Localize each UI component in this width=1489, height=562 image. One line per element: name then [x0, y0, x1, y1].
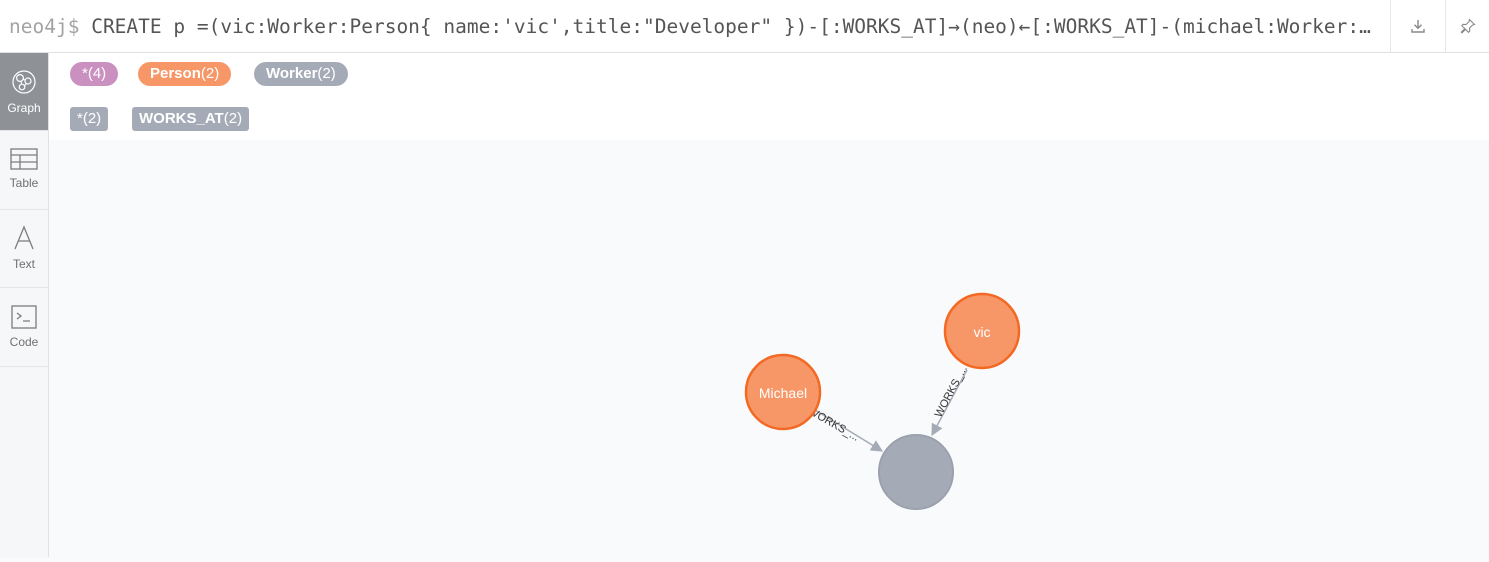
relationship-michael-neo[interactable]: WORKS_...: [806, 405, 884, 452]
node-michael[interactable]: Michael: [744, 353, 822, 431]
pin-button[interactable]: [1445, 0, 1489, 52]
download-icon: [1410, 18, 1426, 34]
label-pill-count: (2): [200, 65, 220, 82]
text-icon: [11, 225, 37, 254]
reltype-pill-all[interactable]: *(2): [70, 107, 109, 131]
sidebar-item-graph[interactable]: Graph: [0, 53, 48, 131]
label-pill-person[interactable]: Person(2): [138, 62, 232, 86]
reltype-pill-count: (2): [82, 110, 102, 127]
sidebar-label-table: Table: [9, 176, 39, 190]
label-pill-all[interactable]: *(4): [70, 62, 119, 86]
sidebar-item-table[interactable]: Table: [0, 131, 48, 210]
graph-svg[interactable]: WORKS_... WORKS_... Michael vic: [49, 140, 1489, 557]
relationship-caption: WORKS_...: [933, 364, 970, 420]
label-pill-count: (4): [87, 65, 107, 82]
query-bar: neo4j$ CREATE p =(vic:Worker:Person{ nam…: [0, 0, 1489, 53]
pin-icon: [1460, 18, 1476, 34]
node-caption: Michael: [759, 385, 807, 401]
label-pill-name: Person: [150, 65, 201, 82]
relationship-vic-neo[interactable]: WORKS_...: [931, 364, 970, 437]
label-pill-count: (2): [317, 65, 336, 82]
download-button[interactable]: [1390, 0, 1445, 52]
sidebar-label-code: Code: [9, 335, 39, 349]
label-pill-worker[interactable]: Worker(2): [254, 62, 348, 86]
query-text: CREATE p =(vic:Worker:Person{ name:'vic'…: [91, 15, 1379, 38]
sidebar-label-text: Text: [12, 257, 35, 271]
reltype-pill-count: (2): [223, 110, 243, 127]
sidebar-label-graph: Graph: [7, 101, 41, 115]
sidebar-item-text[interactable]: Text: [0, 210, 48, 288]
query-editor[interactable]: neo4j$ CREATE p =(vic:Worker:Person{ nam…: [9, 13, 1379, 41]
node-neo[interactable]: [878, 434, 954, 510]
code-icon: [11, 305, 37, 332]
table-icon: [10, 148, 38, 173]
node-vic[interactable]: vic: [943, 292, 1021, 370]
query-prompt: neo4j$: [9, 15, 80, 38]
node-circle: [878, 434, 954, 510]
relationship-types-legend: *(2) WORKS_AT(2): [49, 96, 1489, 141]
sidebar-item-code[interactable]: Code: [0, 288, 48, 367]
graph-icon: [11, 69, 37, 98]
reltype-pill-works-at[interactable]: WORKS_AT(2): [132, 107, 250, 131]
label-pill-name: Worker: [266, 65, 318, 82]
reltype-pill-name: WORKS_AT: [139, 110, 224, 127]
node-labels-legend: *(4) Person(2) Worker(2): [49, 53, 1489, 97]
result-view-sidebar: Graph Table Text Code: [0, 53, 49, 557]
node-caption: vic: [973, 324, 990, 340]
graph-canvas[interactable]: WORKS_... WORKS_... Michael vic: [49, 140, 1489, 557]
